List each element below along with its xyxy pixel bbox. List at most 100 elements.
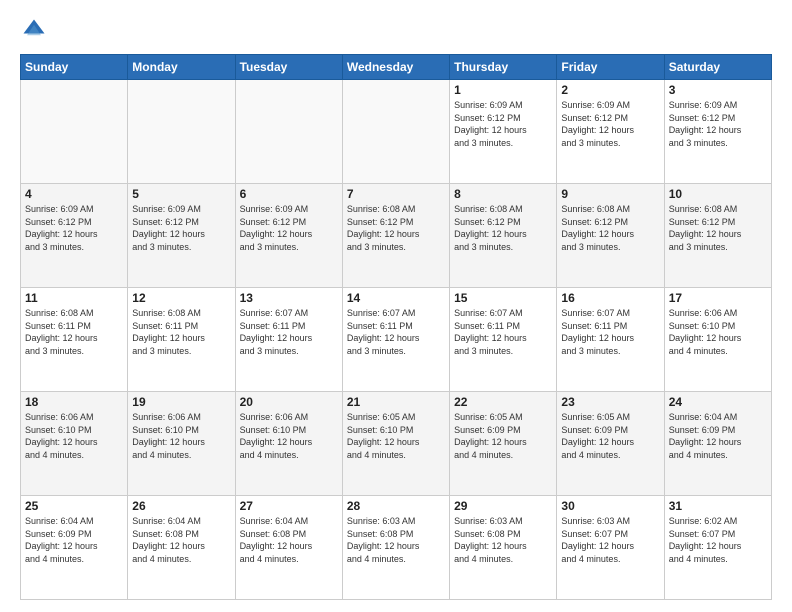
- calendar-cell: 31Sunrise: 6:02 AM Sunset: 6:07 PM Dayli…: [664, 496, 771, 600]
- calendar-cell: [342, 80, 449, 184]
- day-number: 11: [25, 291, 123, 305]
- day-info: Sunrise: 6:03 AM Sunset: 6:08 PM Dayligh…: [347, 515, 445, 565]
- calendar-cell: 24 Sunrise: 6:04 AM Sunset: 6:09 PM Dayli…: [664, 392, 771, 496]
- calendar-header-friday: Friday: [557, 55, 664, 80]
- day-number: 13: [240, 291, 338, 305]
- day-number: 14: [347, 291, 445, 305]
- day-number: 8: [454, 187, 552, 201]
- day-info: Sunrise: 6:08 AM Sunset: 6:11 PM Dayligh…: [132, 307, 230, 357]
- calendar-header-thursday: Thursday: [450, 55, 557, 80]
- day-number: 25: [25, 499, 123, 513]
- calendar-header-row: SundayMondayTuesdayWednesdayThursdayFrid…: [21, 55, 772, 80]
- calendar-cell: 16 Sunrise: 6:07 AM Sunset: 6:11 PM Dayli…: [557, 288, 664, 392]
- calendar-header-wednesday: Wednesday: [342, 55, 449, 80]
- day-info: Sunrise: 6:08 AM Sunset: 6:12 PM Dayligh…: [454, 203, 552, 253]
- day-number: 12: [132, 291, 230, 305]
- day-info: Sunrise: 6:09 AM Sunset: 6:12 PM Dayligh…: [561, 99, 659, 149]
- day-number: 10: [669, 187, 767, 201]
- day-info: Sunrise: 6:04 AM Sunset: 6:08 PM Dayligh…: [132, 515, 230, 565]
- day-info: Sunrise: 6:03 AM Sunset: 6:07 PM Dayligh…: [561, 515, 659, 565]
- logo: [20, 16, 52, 44]
- day-info: Sunrise: 6:09 AM Sunset: 6:12 PM Dayligh…: [25, 203, 123, 253]
- day-info: Sunrise: 6:04 AM Sunset: 6:09 PM Dayligh…: [669, 411, 767, 461]
- page: SundayMondayTuesdayWednesdayThursdayFrid…: [0, 0, 792, 612]
- calendar-cell: 26 Sunrise: 6:04 AM Sunset: 6:08 PM Dayli…: [128, 496, 235, 600]
- day-info: Sunrise: 6:06 AM Sunset: 6:10 PM Dayligh…: [240, 411, 338, 461]
- calendar-cell: 8 Sunrise: 6:08 AM Sunset: 6:12 PM Daylig…: [450, 184, 557, 288]
- calendar-cell: 11 Sunrise: 6:08 AM Sunset: 6:11 PM Dayli…: [21, 288, 128, 392]
- calendar-cell: 23 Sunrise: 6:05 AM Sunset: 6:09 PM Dayli…: [557, 392, 664, 496]
- day-info: Sunrise: 6:06 AM Sunset: 6:10 PM Dayligh…: [25, 411, 123, 461]
- day-number: 6: [240, 187, 338, 201]
- day-number: 24: [669, 395, 767, 409]
- day-info: Sunrise: 6:08 AM Sunset: 6:12 PM Dayligh…: [561, 203, 659, 253]
- day-number: 19: [132, 395, 230, 409]
- calendar-cell: 3 Sunrise: 6:09 AM Sunset: 6:12 PM Daylig…: [664, 80, 771, 184]
- day-number: 17: [669, 291, 767, 305]
- day-info: Sunrise: 6:08 AM Sunset: 6:12 PM Dayligh…: [669, 203, 767, 253]
- day-info: Sunrise: 6:09 AM Sunset: 6:12 PM Dayligh…: [669, 99, 767, 149]
- day-number: 31: [669, 499, 767, 513]
- logo-icon: [20, 16, 48, 44]
- calendar-table: SundayMondayTuesdayWednesdayThursdayFrid…: [20, 54, 772, 600]
- day-number: 4: [25, 187, 123, 201]
- day-info: Sunrise: 6:07 AM Sunset: 6:11 PM Dayligh…: [240, 307, 338, 357]
- calendar-cell: 12 Sunrise: 6:08 AM Sunset: 6:11 PM Dayli…: [128, 288, 235, 392]
- calendar-week-5: 25Sunrise: 6:04 AM Sunset: 6:09 PM Dayli…: [21, 496, 772, 600]
- day-number: 29: [454, 499, 552, 513]
- day-info: Sunrise: 6:03 AM Sunset: 6:08 PM Dayligh…: [454, 515, 552, 565]
- calendar-cell: 22Sunrise: 6:05 AM Sunset: 6:09 PM Dayli…: [450, 392, 557, 496]
- header: [20, 16, 772, 44]
- calendar-cell: 19 Sunrise: 6:06 AM Sunset: 6:10 PM Dayli…: [128, 392, 235, 496]
- calendar-header-saturday: Saturday: [664, 55, 771, 80]
- day-info: Sunrise: 6:06 AM Sunset: 6:10 PM Dayligh…: [132, 411, 230, 461]
- day-info: Sunrise: 6:08 AM Sunset: 6:12 PM Dayligh…: [347, 203, 445, 253]
- calendar-cell: 4 Sunrise: 6:09 AM Sunset: 6:12 PM Daylig…: [21, 184, 128, 288]
- day-number: 28: [347, 499, 445, 513]
- day-number: 23: [561, 395, 659, 409]
- day-number: 5: [132, 187, 230, 201]
- day-number: 20: [240, 395, 338, 409]
- calendar-cell: 20 Sunrise: 6:06 AM Sunset: 6:10 PM Dayli…: [235, 392, 342, 496]
- day-info: Sunrise: 6:05 AM Sunset: 6:10 PM Dayligh…: [347, 411, 445, 461]
- calendar-week-2: 4 Sunrise: 6:09 AM Sunset: 6:12 PM Daylig…: [21, 184, 772, 288]
- day-info: Sunrise: 6:07 AM Sunset: 6:11 PM Dayligh…: [561, 307, 659, 357]
- day-info: Sunrise: 6:09 AM Sunset: 6:12 PM Dayligh…: [132, 203, 230, 253]
- calendar-cell: 5 Sunrise: 6:09 AM Sunset: 6:12 PM Daylig…: [128, 184, 235, 288]
- day-number: 18: [25, 395, 123, 409]
- calendar-cell: 21 Sunrise: 6:05 AM Sunset: 6:10 PM Dayli…: [342, 392, 449, 496]
- calendar-header-monday: Monday: [128, 55, 235, 80]
- day-info: Sunrise: 6:07 AM Sunset: 6:11 PM Dayligh…: [454, 307, 552, 357]
- calendar-cell: 6 Sunrise: 6:09 AM Sunset: 6:12 PM Daylig…: [235, 184, 342, 288]
- calendar-cell: 29 Sunrise: 6:03 AM Sunset: 6:08 PM Dayli…: [450, 496, 557, 600]
- day-number: 2: [561, 83, 659, 97]
- calendar-header-tuesday: Tuesday: [235, 55, 342, 80]
- day-info: Sunrise: 6:05 AM Sunset: 6:09 PM Dayligh…: [454, 411, 552, 461]
- day-number: 16: [561, 291, 659, 305]
- calendar-cell: 30 Sunrise: 6:03 AM Sunset: 6:07 PM Dayli…: [557, 496, 664, 600]
- calendar-cell: 25Sunrise: 6:04 AM Sunset: 6:09 PM Dayli…: [21, 496, 128, 600]
- calendar-cell: 15 Sunrise: 6:07 AM Sunset: 6:11 PM Dayli…: [450, 288, 557, 392]
- day-number: 3: [669, 83, 767, 97]
- day-number: 15: [454, 291, 552, 305]
- day-info: Sunrise: 6:05 AM Sunset: 6:09 PM Dayligh…: [561, 411, 659, 461]
- day-number: 21: [347, 395, 445, 409]
- calendar-cell: [235, 80, 342, 184]
- day-info: Sunrise: 6:06 AM Sunset: 6:10 PM Dayligh…: [669, 307, 767, 357]
- day-info: Sunrise: 6:08 AM Sunset: 6:11 PM Dayligh…: [25, 307, 123, 357]
- day-number: 30: [561, 499, 659, 513]
- day-number: 9: [561, 187, 659, 201]
- day-number: 26: [132, 499, 230, 513]
- day-info: Sunrise: 6:09 AM Sunset: 6:12 PM Dayligh…: [240, 203, 338, 253]
- calendar-cell: 9 Sunrise: 6:08 AM Sunset: 6:12 PM Daylig…: [557, 184, 664, 288]
- calendar-cell: 27Sunrise: 6:04 AM Sunset: 6:08 PM Dayli…: [235, 496, 342, 600]
- calendar-cell: [128, 80, 235, 184]
- calendar-week-1: 1Sunrise: 6:09 AM Sunset: 6:12 PM Daylig…: [21, 80, 772, 184]
- calendar-cell: 2 Sunrise: 6:09 AM Sunset: 6:12 PM Daylig…: [557, 80, 664, 184]
- calendar-cell: 17 Sunrise: 6:06 AM Sunset: 6:10 PM Dayli…: [664, 288, 771, 392]
- day-number: 7: [347, 187, 445, 201]
- day-info: Sunrise: 6:04 AM Sunset: 6:08 PM Dayligh…: [240, 515, 338, 565]
- calendar-cell: 13 Sunrise: 6:07 AM Sunset: 6:11 PM Dayli…: [235, 288, 342, 392]
- day-info: Sunrise: 6:07 AM Sunset: 6:11 PM Dayligh…: [347, 307, 445, 357]
- calendar-cell: 7 Sunrise: 6:08 AM Sunset: 6:12 PM Daylig…: [342, 184, 449, 288]
